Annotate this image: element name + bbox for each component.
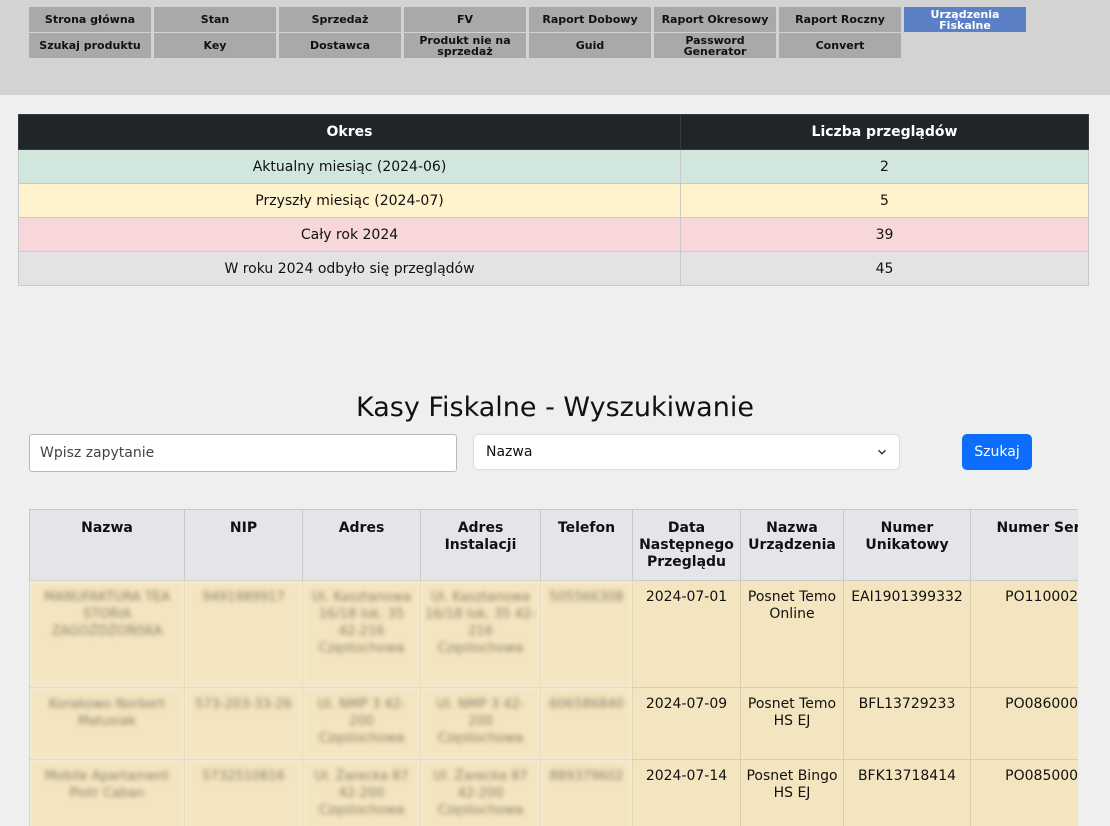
cell-nazwa: MANUFAKTURA TEA STORIA ZAGOŻDŻOŃSKA bbox=[29, 580, 185, 688]
table-row[interactable]: Korakowo Norbert Matusiak 573-203-33-26 … bbox=[29, 687, 1078, 760]
results-table-container[interactable]: Nazwa NIP Adres Adres Instalacji Telefon… bbox=[29, 509, 1078, 826]
cell-nazwa: Mobile Apartament Piotr Caban bbox=[29, 759, 185, 826]
results-header-row: Nazwa NIP Adres Adres Instalacji Telefon… bbox=[29, 509, 1078, 581]
summary-period: Aktualny miesiąc (2024-06) bbox=[18, 149, 681, 184]
cell-nip: 5732510816 bbox=[184, 759, 303, 826]
search-field-select[interactable]: Nazwa bbox=[473, 434, 900, 470]
cell-data-przegladu: 2024-07-01 bbox=[632, 580, 741, 688]
search-field-selected: Nazwa bbox=[486, 444, 533, 460]
nav-password-generator[interactable]: Password Generator bbox=[654, 33, 776, 58]
col-header-telefon[interactable]: Telefon bbox=[540, 509, 633, 581]
nav-produkt-nie-na-sprzedaz[interactable]: Produkt nie na sprzedaż bbox=[404, 33, 526, 58]
cell-adres-instalacji: Ul. NMP 3 42-200 Częstochowa bbox=[420, 687, 541, 760]
cell-adres: Ul. Żarecka 87 42-200 Częstochowa bbox=[302, 759, 421, 826]
summary-header-row: Okres Liczba przeglądów bbox=[18, 114, 1089, 150]
summary-period: Przyszły miesiąc (2024-07) bbox=[18, 183, 681, 218]
search-button[interactable]: Szukaj bbox=[962, 434, 1032, 470]
search-input[interactable] bbox=[29, 434, 457, 472]
summary-row: Aktualny miesiąc (2024-06) 2 bbox=[18, 149, 1089, 184]
col-header-adres-instalacji[interactable]: Adres Instalacji bbox=[420, 509, 541, 581]
col-header-nazwa-urzadzenia[interactable]: Nazwa Urządzenia bbox=[740, 509, 844, 581]
summary-period: W roku 2024 odbyło się przeglądów bbox=[18, 251, 681, 286]
col-header-adres[interactable]: Adres bbox=[302, 509, 421, 581]
cell-numer-unikatowy: BFK13718414 bbox=[843, 759, 971, 826]
cell-telefon: 606586840 bbox=[540, 687, 633, 760]
summary-row: W roku 2024 odbyło się przeglądów 45 bbox=[18, 251, 1089, 286]
summary-count: 2 bbox=[680, 149, 1089, 184]
cell-nip: 573-203-33-26 bbox=[184, 687, 303, 760]
cell-numer-seryjny: PO085000876 bbox=[970, 759, 1078, 826]
table-row[interactable]: MANUFAKTURA TEA STORIA ZAGOŻDŻOŃSKA 9491… bbox=[29, 580, 1078, 688]
nav-raport-roczny[interactable]: Raport Roczny bbox=[779, 7, 901, 32]
summary-count: 5 bbox=[680, 183, 1089, 218]
cell-telefon: 505566308 bbox=[540, 580, 633, 688]
summary-count: 39 bbox=[680, 217, 1089, 252]
nav-urzadzenia-fiskalne[interactable]: Urządzenia Fiskalne bbox=[904, 7, 1026, 32]
cell-data-przegladu: 2024-07-14 bbox=[632, 759, 741, 826]
nav-stan[interactable]: Stan bbox=[154, 7, 276, 32]
cell-nazwa-urzadzenia: Posnet Temo HS EJ bbox=[740, 687, 844, 760]
nav-guid[interactable]: Guid bbox=[529, 33, 651, 58]
nav-dostawca[interactable]: Dostawca bbox=[279, 33, 401, 58]
nav-key[interactable]: Key bbox=[154, 33, 276, 58]
nav-strona-glowna[interactable]: Strona główna bbox=[29, 7, 151, 32]
cell-nazwa-urzadzenia: Posnet Temo Online bbox=[740, 580, 844, 688]
col-header-data-przegladu[interactable]: Data Następnego Przeglądu bbox=[632, 509, 741, 581]
nav-raport-dobowy[interactable]: Raport Dobowy bbox=[529, 7, 651, 32]
cell-numer-unikatowy: BFL13729233 bbox=[843, 687, 971, 760]
summary-count: 45 bbox=[680, 251, 1089, 286]
summary-row: Cały rok 2024 39 bbox=[18, 217, 1089, 252]
cell-numer-seryjny: PO110002201 bbox=[970, 580, 1078, 688]
col-header-nazwa[interactable]: Nazwa bbox=[29, 509, 185, 581]
cell-numer-seryjny: PO086000760 bbox=[970, 687, 1078, 760]
nav-fv[interactable]: FV bbox=[404, 7, 526, 32]
summary-header-okres: Okres bbox=[18, 114, 681, 150]
cell-adres-instalacji: Ul. Kasztanowa 16/18 lok. 35 42-216 Częs… bbox=[420, 580, 541, 688]
results-table: Nazwa NIP Adres Adres Instalacji Telefon… bbox=[29, 509, 1078, 826]
cell-numer-unikatowy: EAI1901399332 bbox=[843, 580, 971, 688]
cell-nazwa: Korakowo Norbert Matusiak bbox=[29, 687, 185, 760]
top-navigation-bar: Strona główna Stan Sprzedaż FV Raport Do… bbox=[0, 0, 1110, 95]
chevron-down-icon bbox=[877, 449, 887, 455]
cell-nazwa-urzadzenia: Posnet Bingo HS EJ bbox=[740, 759, 844, 826]
summary-row: Przyszły miesiąc (2024-07) 5 bbox=[18, 183, 1089, 218]
page-title: Kasy Fiskalne - Wyszukiwanie bbox=[356, 392, 754, 423]
cell-data-przegladu: 2024-07-09 bbox=[632, 687, 741, 760]
col-header-numer-seryjny[interactable]: Numer Seryjny bbox=[970, 509, 1078, 581]
col-header-numer-unikatowy[interactable]: Numer Unikatowy bbox=[843, 509, 971, 581]
nav-grid: Strona główna Stan Sprzedaż FV Raport Do… bbox=[29, 7, 1026, 58]
nav-empty-cell bbox=[904, 33, 1026, 58]
cell-adres: Ul. Kasztanowa 16/18 lok. 35 42-216 Częs… bbox=[302, 580, 421, 688]
nav-sprzedaz[interactable]: Sprzedaż bbox=[279, 7, 401, 32]
cell-nip: 9491989917 bbox=[184, 580, 303, 688]
col-header-nip[interactable]: NIP bbox=[184, 509, 303, 581]
summary-period: Cały rok 2024 bbox=[18, 217, 681, 252]
cell-adres-instalacji: Ul. Żarecka 87 42-200 Częstochowa bbox=[420, 759, 541, 826]
nav-convert[interactable]: Convert bbox=[779, 33, 901, 58]
summary-header-liczba: Liczba przeglądów bbox=[680, 114, 1089, 150]
review-summary-table: Okres Liczba przeglądów Aktualny miesiąc… bbox=[18, 114, 1089, 286]
cell-telefon: 889379602 bbox=[540, 759, 633, 826]
cell-adres: Ul. NMP 3 42-200 Częstochowa bbox=[302, 687, 421, 760]
nav-raport-okresowy[interactable]: Raport Okresowy bbox=[654, 7, 776, 32]
nav-szukaj-produktu[interactable]: Szukaj produktu bbox=[29, 33, 151, 58]
table-row[interactable]: Mobile Apartament Piotr Caban 5732510816… bbox=[29, 759, 1078, 826]
